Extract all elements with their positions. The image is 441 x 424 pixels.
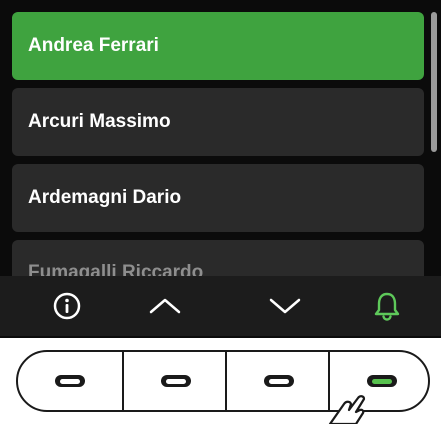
led-indicator — [263, 375, 294, 387]
contact-name: Arcuri Massimo — [28, 111, 171, 132]
led-indicator-active — [366, 375, 397, 387]
led-indicator — [54, 375, 85, 387]
scroll-up-button[interactable] — [110, 276, 220, 336]
call-bell-button[interactable] — [332, 276, 441, 336]
chevron-up-icon — [149, 298, 181, 314]
chevron-down-icon — [269, 298, 301, 314]
display-screen: Andrea Ferrari Arcuri Massimo Ardemagni … — [0, 0, 441, 338]
contact-name: Ardemagni Dario — [28, 187, 182, 208]
contact-name: Andrea Ferrari — [28, 35, 159, 56]
contact-item[interactable]: Fumagalli Riccardo — [12, 240, 424, 276]
contact-list[interactable]: Andrea Ferrari Arcuri Massimo Ardemagni … — [0, 0, 441, 276]
hardware-key-1[interactable] — [18, 352, 121, 410]
toolbar — [0, 276, 441, 336]
contact-name: Fumagalli Riccardo — [28, 262, 204, 276]
scroll-down-button[interactable] — [230, 276, 340, 336]
pointing-hand-icon — [328, 395, 366, 424]
contact-item-selected[interactable]: Andrea Ferrari — [12, 12, 424, 80]
info-icon — [53, 292, 81, 320]
scrollbar[interactable] — [431, 12, 437, 152]
contact-item[interactable]: Ardemagni Dario — [12, 164, 424, 232]
info-button[interactable] — [12, 276, 122, 336]
bell-icon — [374, 292, 400, 321]
led-indicator — [160, 375, 191, 387]
hardware-key-2[interactable] — [122, 352, 227, 410]
contact-item[interactable]: Arcuri Massimo — [12, 88, 424, 156]
